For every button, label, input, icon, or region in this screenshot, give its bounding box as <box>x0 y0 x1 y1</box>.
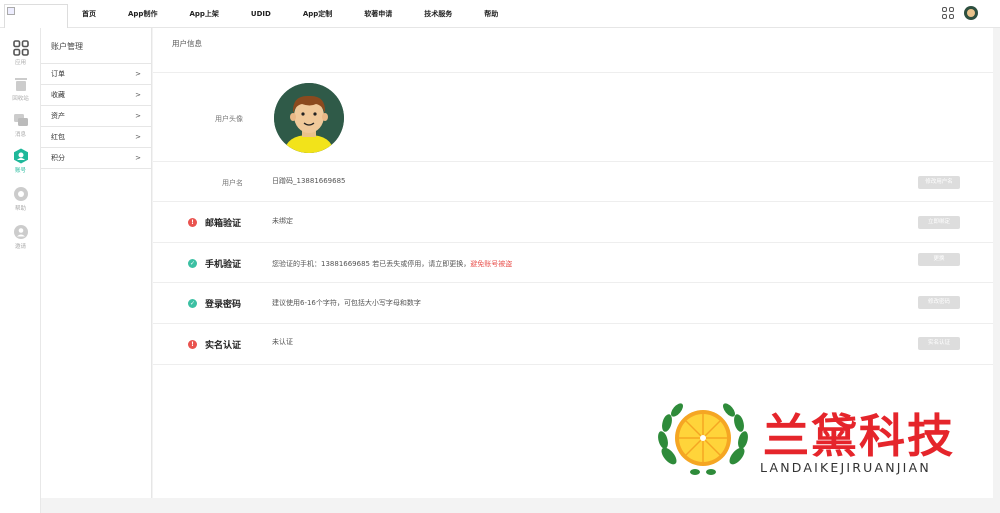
submenu-item-label: 订单 <box>51 70 65 78</box>
realname-label: 实名认证 <box>205 341 242 351</box>
watermark-cn: 兰黛科技 <box>763 409 955 463</box>
nav-item-app-make[interactable]: App制作 <box>112 9 173 19</box>
logo-image[interactable] <box>4 4 68 28</box>
submenu-item-assets[interactable]: 资产 > <box>41 106 151 127</box>
chevron-right-icon: > <box>135 91 141 99</box>
submenu-item-label: 积分 <box>51 154 65 162</box>
change-password-button[interactable]: 修改密码 <box>918 296 960 309</box>
realname-row: ! 实名认证 未认证 实名认证 <box>153 324 993 365</box>
submenu-item-orders[interactable]: 订单 > <box>41 64 151 85</box>
orange-laurel-logo <box>658 403 748 475</box>
account-submenu: 账户管理 订单 > 收藏 > 资产 > 红包 > 积分 > <box>41 28 152 498</box>
warning-icon: ! <box>188 340 197 349</box>
watermark-en: LANDAIKEJIRUANJIAN <box>760 460 931 475</box>
apps-grid-icon[interactable] <box>942 7 954 19</box>
rail-item-apps[interactable]: 应用 <box>0 40 41 66</box>
help-icon <box>13 186 29 202</box>
nav-item-udid[interactable]: UDID <box>235 10 287 18</box>
top-nav: 首页 App制作 App上架 UDID App定制 软著申请 技术服务 帮助 <box>68 0 514 28</box>
brand-watermark: 兰黛科技 LANDAIKEJIRUANJIAN <box>655 398 975 480</box>
submenu-item-favorites[interactable]: 收藏 > <box>41 85 151 106</box>
nav-item-help[interactable]: 帮助 <box>468 9 514 19</box>
phone-verify-label: 手机验证 <box>205 260 242 270</box>
realname-value: 未认证 <box>272 338 293 346</box>
top-icons <box>942 6 978 20</box>
email-verify-label: 邮箱验证 <box>205 219 242 229</box>
invite-icon <box>13 224 29 240</box>
change-phone-button[interactable]: 更换 <box>918 253 960 266</box>
submenu-item-label: 红包 <box>51 133 65 141</box>
phone-warning-link[interactable]: 避免账号被盗 <box>470 260 512 268</box>
submenu-item-label: 资产 <box>51 112 65 120</box>
nav-item-tech-service[interactable]: 技术服务 <box>408 9 468 19</box>
chevron-right-icon: > <box>135 112 141 120</box>
phone-verify-text: 您验证的手机：13881669685 若已丢失或停用，请立即更换， <box>272 260 471 268</box>
password-value: 建议使用6-16个字符，可包括大小写字母和数字 <box>272 299 421 307</box>
message-icon <box>13 112 29 128</box>
broken-image-icon <box>7 7 15 15</box>
rail-item-message[interactable]: 消息 <box>0 112 41 138</box>
username-row: 用户名 日蹭码_13881669685 修改用户名 <box>153 162 993 202</box>
bind-email-button[interactable]: 立即绑定 <box>918 216 960 229</box>
rail-label: 消息 <box>14 132 26 138</box>
phone-verify-row: ✓ 手机验证 您验证的手机：13881669685 若已丢失或停用，请立即更换，… <box>153 243 993 283</box>
rail-label: 应用 <box>14 60 26 66</box>
email-verify-row: ! 邮箱验证 未绑定 立即绑定 <box>153 202 993 243</box>
warning-icon: ! <box>188 218 197 227</box>
rail-label: 邀请 <box>14 244 26 250</box>
submenu-item-points[interactable]: 积分 > <box>41 148 151 169</box>
nav-item-home[interactable]: 首页 <box>68 9 112 19</box>
rail-label: 帮助 <box>14 206 26 212</box>
top-bar: 首页 App制作 App上架 UDID App定制 软著申请 技术服务 帮助 <box>0 0 1000 28</box>
rail-item-trash[interactable]: 回收站 <box>0 76 41 102</box>
password-label: 登录密码 <box>205 300 242 310</box>
nav-item-app-custom[interactable]: App定制 <box>287 9 348 19</box>
trash-icon <box>13 76 29 92</box>
apps-icon <box>12 40 29 56</box>
check-icon: ✓ <box>188 259 197 268</box>
chevron-right-icon: > <box>135 154 141 162</box>
realname-verify-button[interactable]: 实名认证 <box>918 337 960 350</box>
rail-label: 回收站 <box>12 96 29 102</box>
page-title: 用户信息 <box>172 39 202 48</box>
user-avatar-icon[interactable] <box>964 6 978 20</box>
check-icon: ✓ <box>188 299 197 308</box>
username-label: 用户名 <box>222 179 243 187</box>
submenu-list: 订单 > 收藏 > 资产 > 红包 > 积分 > <box>41 63 151 169</box>
password-row: ✓ 登录密码 建议使用6-16个字符，可包括大小写字母和数字 修改密码 <box>153 283 993 324</box>
chevron-right-icon: > <box>135 70 141 78</box>
username-value: 日蹭码_13881669685 <box>272 177 346 185</box>
chevron-right-icon: > <box>135 133 141 141</box>
rail-label: 账号 <box>14 168 26 174</box>
avatar-label: 用户头像 <box>215 115 243 123</box>
submenu-item-red-packet[interactable]: 红包 > <box>41 127 151 148</box>
nav-item-copyright[interactable]: 软著申请 <box>348 9 408 19</box>
avatar-row: 用户头像 <box>153 72 993 162</box>
rail-item-help[interactable]: 帮助 <box>0 186 41 212</box>
user-avatar[interactable] <box>274 83 344 153</box>
phone-verify-value: 您验证的手机：13881669685 若已丢失或停用，请立即更换，避免账号被盗 <box>272 259 512 269</box>
icon-rail: 应用 回收站 消息 账号 帮助 邀请 <box>0 28 41 513</box>
nav-item-app-publish[interactable]: App上架 <box>173 9 234 19</box>
rail-item-account[interactable]: 账号 <box>0 148 41 174</box>
account-icon <box>13 148 29 164</box>
edit-username-button[interactable]: 修改用户名 <box>918 176 960 189</box>
email-verify-value: 未绑定 <box>272 217 293 225</box>
submenu-item-label: 收藏 <box>51 91 65 99</box>
submenu-title: 账户管理 <box>51 42 83 51</box>
rail-item-invite[interactable]: 邀请 <box>0 224 41 250</box>
